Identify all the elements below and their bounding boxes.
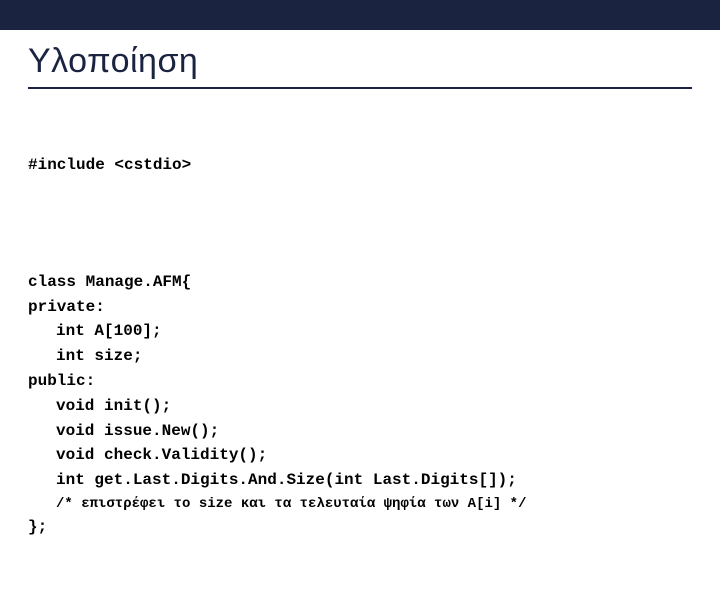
slide-title: Υλοποίηση (28, 42, 692, 89)
size-declaration: int size; (28, 344, 692, 369)
class-declaration: class Manage.AFM{ (28, 273, 191, 291)
top-bar (0, 0, 720, 30)
include-directive: #include <cstdio> (28, 153, 692, 178)
init-declaration: void init(); (28, 394, 692, 419)
check-declaration: void check.Validity(); (28, 443, 692, 468)
private-label: private: (28, 298, 105, 316)
get-declaration: int get.Last.Digits.And.Size(int Last.Di… (28, 468, 692, 493)
issue-declaration: void issue.New(); (28, 419, 692, 444)
array-declaration: int A[100]; (28, 319, 692, 344)
class-close: }; (28, 518, 47, 536)
slide-content: Υλοποίηση #include <cstdio> class Manage… (0, 30, 720, 592)
class-body: class Manage.AFM{ private: int A[100];in… (28, 270, 692, 540)
public-label: public: (28, 372, 95, 390)
code-comment: /* επιστρέφει το size και τα τελευταία ψ… (28, 493, 692, 515)
code-block: #include <cstdio> class Manage.AFM{ priv… (28, 103, 692, 592)
